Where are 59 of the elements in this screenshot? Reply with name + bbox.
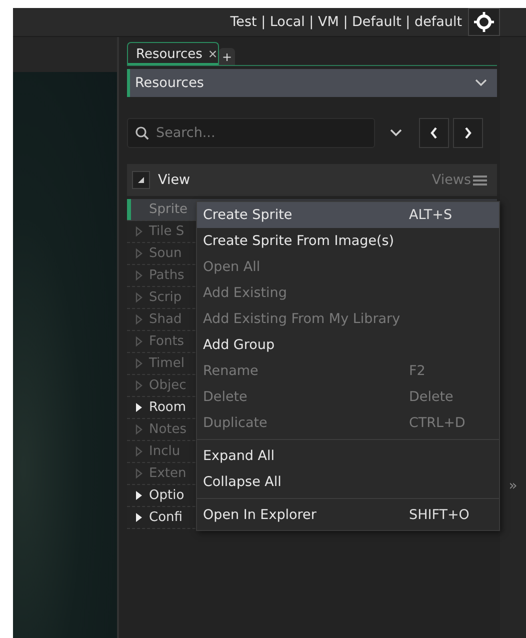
menu-item-label: Collapse All (203, 474, 282, 490)
shortcut-label: Delete (409, 389, 454, 405)
menu-item-label: Delete (203, 389, 248, 405)
chevron-left-icon (430, 127, 438, 139)
menu-item-label: Rename (203, 363, 258, 379)
chevron-right-icon (464, 127, 472, 139)
expand-arrow-icon (135, 424, 143, 435)
next-button[interactable] (453, 118, 483, 148)
expand-arrow-icon (135, 336, 143, 347)
view-title: View (158, 172, 192, 188)
menu-item[interactable]: Expand All (197, 443, 499, 469)
menu-item-label: Create Sprite (203, 207, 292, 223)
expand-arrow-icon (135, 270, 143, 281)
crosshair-icon (474, 12, 494, 32)
chevron-down-icon (475, 79, 487, 87)
expand-arrow-icon (135, 226, 143, 237)
menu-item-label: Open All (203, 259, 260, 275)
search-icon (135, 126, 149, 140)
expand-arrow-icon (135, 402, 143, 413)
expand-arrow-icon (135, 512, 143, 523)
shortcut-label: F2 (409, 363, 426, 379)
menu-item[interactable]: Open In Explorer SHIFT+O (197, 502, 499, 528)
expand-arrow-icon (135, 468, 143, 479)
collapse-button[interactable] (132, 171, 150, 189)
expand-arrow-icon (135, 248, 143, 259)
menu-item-label: Duplicate (203, 415, 268, 431)
add-tab-button[interactable]: + (219, 48, 235, 65)
selection-marker (127, 199, 131, 220)
resource-dropdown[interactable]: Resources (127, 69, 497, 97)
triangle-icon (137, 176, 145, 184)
menu-item[interactable]: Create Sprite From Image(s) (197, 228, 499, 254)
tab-label: Resources (136, 46, 202, 62)
expand-arrow-icon (135, 314, 143, 325)
chevron-down-icon (390, 129, 402, 137)
shortcut-label: SHIFT+O (409, 507, 470, 523)
search-field[interactable]: Search... (127, 118, 375, 148)
menu-item-label: Add Group (203, 337, 275, 353)
menu-item-label: Expand All (203, 448, 275, 464)
expand-arrow-icon (135, 446, 143, 457)
target-button[interactable] (468, 8, 500, 36)
shortcut-label: ALT+S (409, 207, 454, 223)
config-label: Test | Local | VM | Default | default (230, 14, 462, 30)
menu-item-label: Open In Explorer (203, 507, 316, 523)
expand-arrow-icon (135, 490, 143, 501)
expand-panel-button[interactable]: » (508, 478, 518, 494)
shortcut-label: CTRL+D (409, 415, 466, 431)
menu-item-label: Add Existing From My Library (203, 311, 400, 327)
expand-arrow-icon (135, 380, 143, 391)
menu-item-label: Add Existing (203, 285, 287, 301)
menu-item[interactable]: Add Group (197, 332, 499, 358)
expand-arrow-icon (135, 358, 143, 369)
menu-item[interactable]: Collapse All (197, 469, 499, 495)
menu-icon (473, 174, 487, 186)
close-button[interactable]: × (208, 46, 218, 62)
expand-arrow-icon (135, 292, 143, 303)
previous-button[interactable] (419, 118, 449, 148)
menu-item-label: Create Sprite From Image(s) (203, 233, 394, 249)
resources-tab[interactable]: Resources × (127, 42, 219, 65)
menu-item[interactable]: Create Sprite ALT+S (197, 202, 499, 228)
